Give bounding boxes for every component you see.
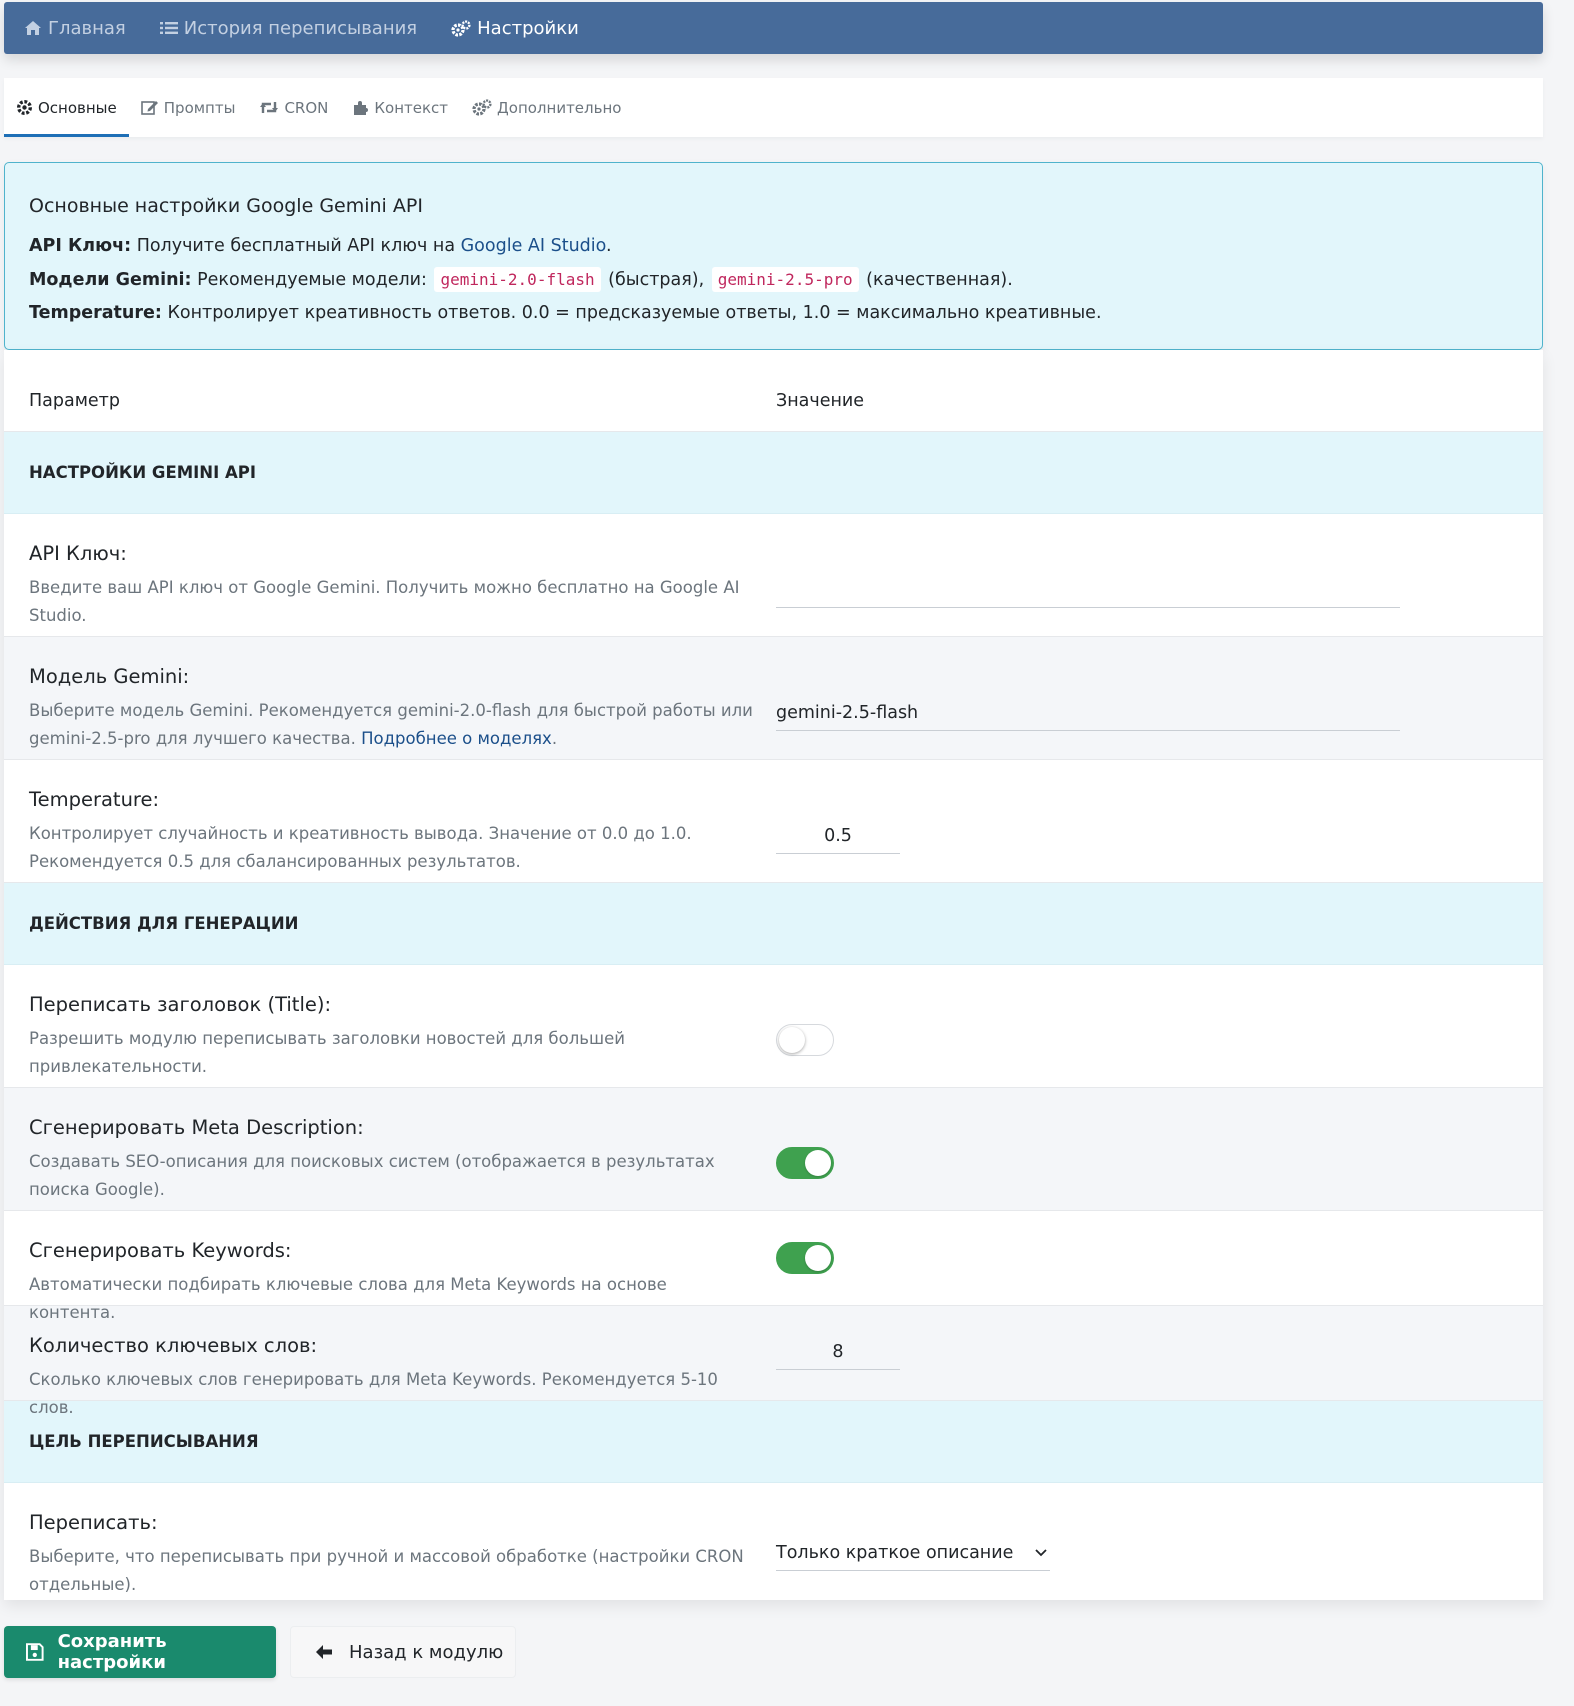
home-icon xyxy=(25,21,41,35)
info-label: Модели Gemini: xyxy=(29,270,192,290)
field-title: Модель Gemini: xyxy=(29,665,190,688)
puzzle-icon xyxy=(354,101,369,115)
api-key-input[interactable] xyxy=(776,572,1400,608)
retweet-icon xyxy=(260,102,279,113)
rewrite-target-select[interactable]: Только краткое описание xyxy=(776,1535,1050,1571)
top-navbar: Главная История переписывания Настройки xyxy=(4,2,1543,54)
field-description: Выберите модель Gemini. Рекомендуется ge… xyxy=(29,697,756,753)
table-header: Параметр Значение xyxy=(4,350,1543,432)
toggle-knob xyxy=(779,1027,805,1053)
field-title: Переписать: xyxy=(29,1511,158,1534)
tab-label: Контекст xyxy=(374,98,449,117)
nav-item-label: Главная xyxy=(48,17,126,39)
field-title: Temperature: xyxy=(29,788,160,811)
nav-item-label: История переписывания xyxy=(183,17,418,39)
cogs-icon xyxy=(472,99,492,116)
info-label: Temperature: xyxy=(29,303,162,323)
chevron-down-icon xyxy=(1035,1548,1047,1556)
tab-context[interactable]: Контекст xyxy=(352,78,448,137)
settings-table: Параметр Значение НАСТРОЙКИ GEMINI API A… xyxy=(4,350,1543,1600)
field-description: Сколько ключевых слов генерировать для M… xyxy=(29,1370,718,1417)
info-line-temperature: Temperature: Контролирует креативность о… xyxy=(29,297,1518,330)
tab-label: Дополнительно xyxy=(497,98,622,117)
tab-general[interactable]: Основные xyxy=(4,78,129,137)
google-ai-studio-link[interactable]: Google AI Studio xyxy=(461,236,606,256)
field-description: Разрешить модулю переписывать заголовки … xyxy=(29,1029,625,1076)
tab-prompts[interactable]: Промпты xyxy=(140,78,236,137)
field-description: Автоматически подбирать ключевые слова д… xyxy=(29,1275,667,1322)
gear-icon xyxy=(16,99,33,116)
tab-cron[interactable]: CRON xyxy=(259,78,328,137)
table-row-api-key: API Ключ: Введите ваш API ключ от Google… xyxy=(4,514,1543,637)
column-header-param: Параметр xyxy=(29,390,120,411)
save-icon xyxy=(26,1643,44,1661)
tab-advanced[interactable]: Дополнительно xyxy=(472,78,621,137)
code-model-flash: gemini-2.0-flash xyxy=(434,267,601,292)
field-description: Контролирует случайность и креативность … xyxy=(29,824,692,871)
rewrite-title-toggle[interactable] xyxy=(776,1024,834,1056)
keywords-count-input[interactable] xyxy=(776,1334,900,1370)
edit-icon xyxy=(140,101,158,115)
field-description: Выберите, что переписывать при ручной и … xyxy=(29,1547,744,1594)
nav-item-settings[interactable]: Настройки xyxy=(451,18,579,39)
info-label: API Ключ: xyxy=(29,236,132,256)
nav-item-history[interactable]: История переписывания xyxy=(159,17,418,39)
models-info-link[interactable]: Подробнее о моделях xyxy=(361,729,552,748)
cogs-icon xyxy=(451,19,471,37)
info-title: Основные настройки Google Gemini API xyxy=(29,195,423,217)
info-line-models: Модели Gemini: Рекомендуемые модели: gem… xyxy=(29,263,1518,297)
toggle-knob xyxy=(805,1245,831,1271)
info-text: Получите бесплатный API ключ на xyxy=(131,236,461,256)
table-row-meta-description: Сгенерировать Meta Description: Создават… xyxy=(4,1088,1543,1211)
field-title: Сгенерировать Keywords: xyxy=(29,1239,292,1262)
section-gemini-api: НАСТРОЙКИ GEMINI API xyxy=(4,432,1543,514)
field-title: Сгенерировать Meta Description: xyxy=(29,1116,364,1139)
select-value: Только краткое описание xyxy=(776,1542,1014,1563)
section-actions: ДЕЙСТВИЯ ДЛЯ ГЕНЕРАЦИИ xyxy=(4,883,1543,965)
back-button-label: Назад к модулю xyxy=(349,1641,504,1663)
code-model-pro: gemini-2.5-pro xyxy=(711,267,859,292)
model-input[interactable] xyxy=(776,695,1400,731)
table-row-temperature: Temperature: Контролирует случайность и … xyxy=(4,760,1543,883)
save-settings-button[interactable]: Сохранить настройки xyxy=(4,1626,276,1678)
info-line-api-key: API Ключ: Получите бесплатный API ключ н… xyxy=(29,230,1518,263)
field-description: Введите ваш API ключ от Google Gemini. П… xyxy=(29,578,740,625)
table-row-rewrite-target: Переписать: Выберите, что переписывать п… xyxy=(4,1483,1543,1606)
info-text: (быстрая), xyxy=(602,270,710,290)
tab-label: CRON xyxy=(284,98,329,117)
field-description: Создавать SEO-описания для поисковых сис… xyxy=(29,1152,715,1199)
info-text: Рекомендуемые модели: xyxy=(191,270,433,290)
nav-item-home[interactable]: Главная xyxy=(24,18,126,39)
info-text: (качественная). xyxy=(860,270,1013,290)
list-icon xyxy=(159,22,178,34)
table-row-keywords: Сгенерировать Keywords: Автоматически по… xyxy=(4,1211,1543,1322)
field-title: Количество ключевых слов: xyxy=(29,1334,318,1357)
toggle-knob xyxy=(805,1150,831,1176)
info-alert: Основные настройки Google Gemini API API… xyxy=(4,162,1543,350)
column-header-value: Значение xyxy=(776,390,865,411)
table-row-model: Модель Gemini: Выберите модель Gemini. Р… xyxy=(4,637,1543,760)
field-description-text: . xyxy=(551,729,558,748)
save-button-label: Сохранить настройки xyxy=(57,1631,167,1673)
keywords-toggle[interactable] xyxy=(776,1242,834,1274)
table-row-rewrite-title: Переписать заголовок (Title): Разрешить … xyxy=(4,965,1543,1088)
arrow-left-icon xyxy=(316,1645,332,1659)
meta-description-toggle[interactable] xyxy=(776,1147,834,1179)
back-to-module-button[interactable]: Назад к модулю xyxy=(290,1626,516,1678)
settings-tabs: Основные Промпты CRON Контекст Дополните… xyxy=(4,78,1543,137)
nav-item-label: Настройки xyxy=(477,17,579,39)
field-title: Переписать заголовок (Title): xyxy=(29,993,332,1016)
tab-label: Промпты xyxy=(163,98,236,117)
info-text: . xyxy=(606,236,612,256)
info-text: Контролирует креативность ответов. 0.0 =… xyxy=(161,303,1102,323)
field-title: API Ключ: xyxy=(29,542,127,565)
temperature-input[interactable] xyxy=(776,818,900,854)
tab-label: Основные xyxy=(38,98,117,117)
